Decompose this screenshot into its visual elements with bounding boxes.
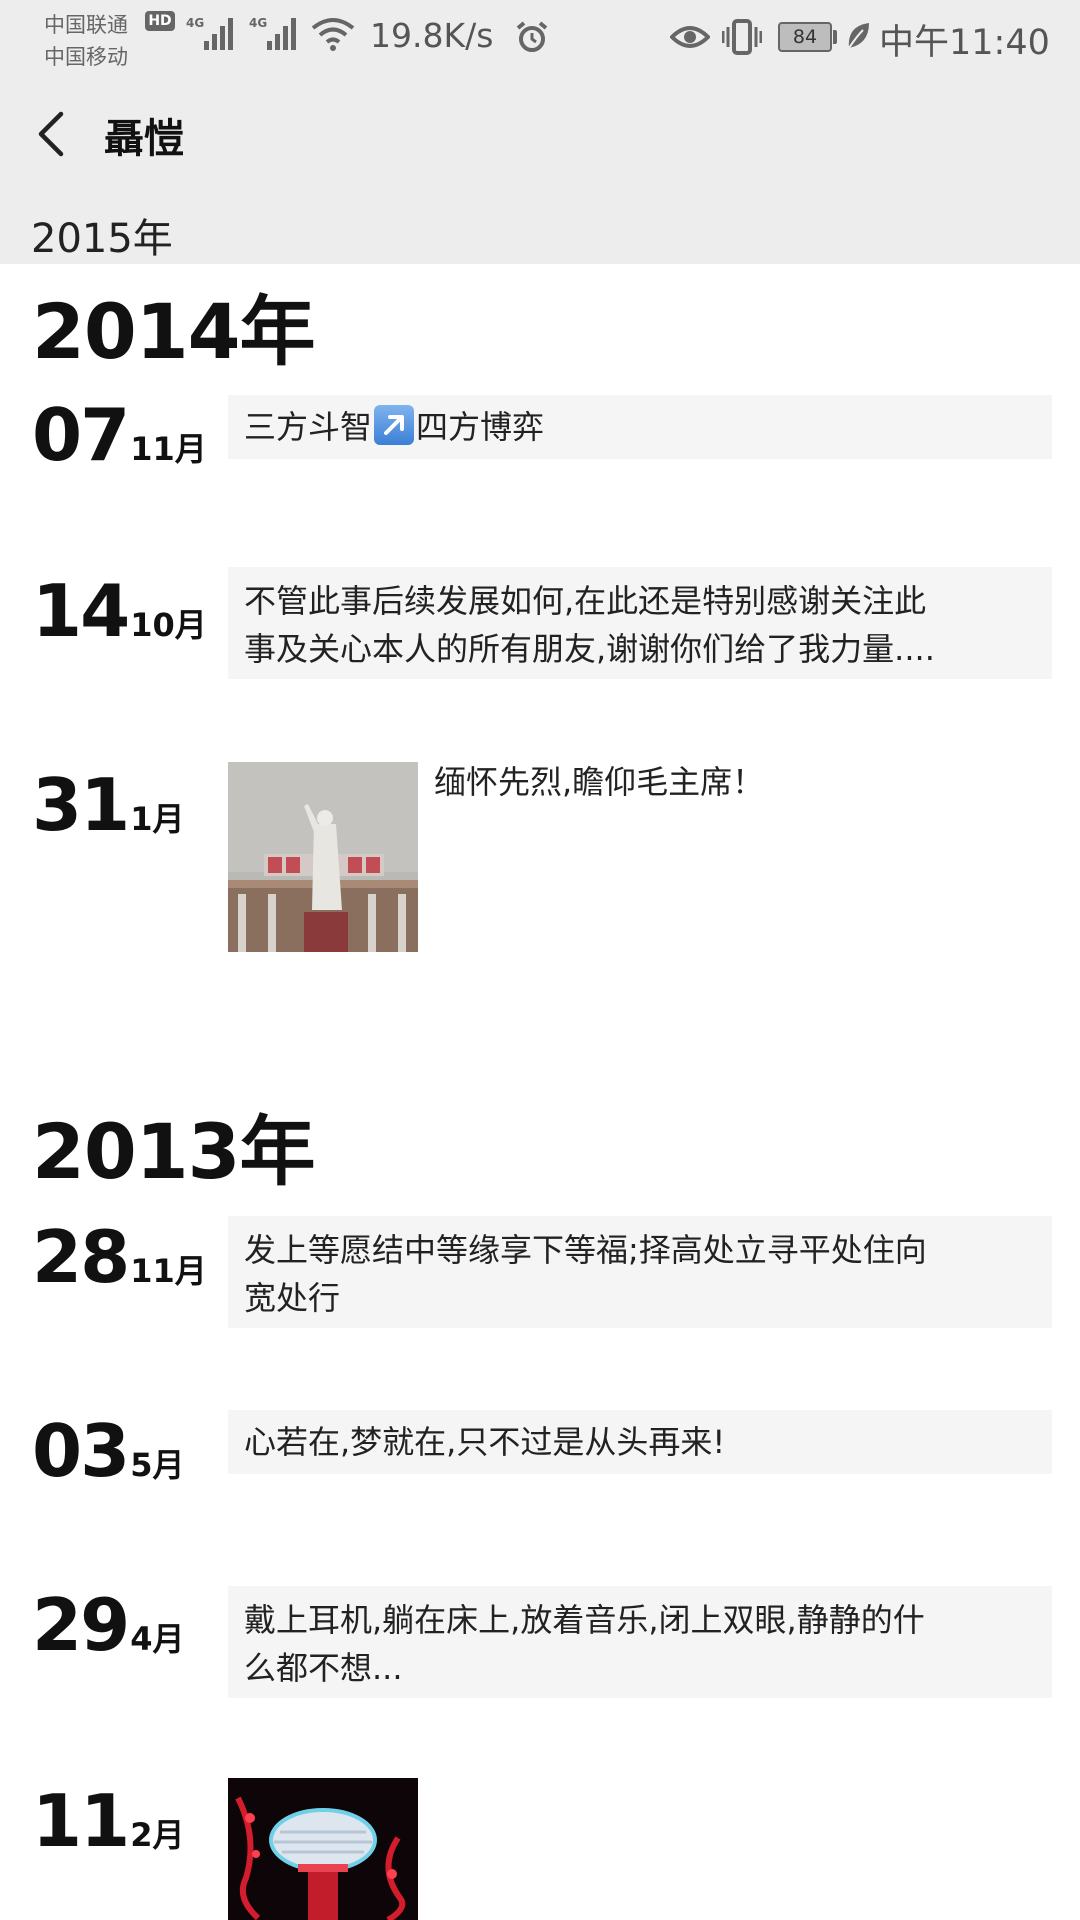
vibrate-icon <box>722 19 762 55</box>
back-button[interactable] <box>24 98 96 170</box>
moments-album-screen: 中国联通 中国移动 HD 4G 4G 19.8K/s 84 中午11:40 聶愷… <box>0 0 1080 1920</box>
post-photo-statue[interactable] <box>228 762 418 952</box>
carrier-1-label: 中国联通 <box>44 13 128 37</box>
post-photo-lantern[interactable] <box>228 1778 418 1920</box>
post-day: 07 <box>32 393 130 477</box>
page-title: 聶愷 <box>104 116 184 162</box>
chevron-left-icon <box>38 111 64 157</box>
post-day: 11 <box>32 1779 130 1863</box>
arrow-up-right-icon <box>374 405 415 445</box>
post-month: 11月 <box>130 1252 207 1290</box>
post-text-line: 不管此事后续发展如何,在此还是特别感谢关注此 <box>244 582 927 620</box>
post-date: 311月 <box>32 763 184 847</box>
post-text-line: 事及关心本人的所有朋友,谢谢你们给了我力量.... <box>244 630 935 668</box>
post-text: 四方博弈 <box>416 408 545 446</box>
post-text-line: 戴上耳机,躺在床上,放着音乐,闭上双眼,静静的什 <box>244 1601 925 1639</box>
post-date: 0711月 <box>32 393 207 477</box>
eye-comfort-icon <box>670 26 710 48</box>
post-month: 5月 <box>130 1446 185 1484</box>
post-day: 03 <box>32 1409 130 1493</box>
post-month: 11月 <box>130 430 207 468</box>
post-month: 10月 <box>130 606 207 644</box>
power-saving-leaf-icon <box>848 23 869 49</box>
hd-badge: HD <box>145 11 175 31</box>
post-card[interactable]: 不管此事后续发展如何,在此还是特别感谢关注此 事及关心本人的所有朋友,谢谢你们给… <box>228 567 1052 679</box>
post-date: 112月 <box>32 1779 184 1863</box>
post-card[interactable]: 戴上耳机,躺在床上,放着音乐,闭上双眼,静静的什 么都不想... <box>228 1586 1052 1698</box>
post-day: 31 <box>32 763 130 847</box>
post-date: 035月 <box>32 1409 184 1493</box>
post-date: 2811月 <box>32 1215 207 1299</box>
post-month: 2月 <box>130 1816 185 1854</box>
battery-icon: 84 <box>778 22 832 52</box>
battery-level: 84 <box>792 26 818 48</box>
sticky-year-label: 2015年 <box>31 216 173 262</box>
post-photo-caption: 缅怀先烈,瞻仰毛主席！ <box>434 763 765 801</box>
post-text-line: 发上等愿结中等缘享下等福;择高处立寻平处住向 <box>244 1231 927 1269</box>
post-day: 14 <box>32 569 130 653</box>
post-day: 29 <box>32 1583 130 1667</box>
post-date: 1410月 <box>32 569 207 653</box>
year-heading-2013: 2013年 <box>32 1107 316 1196</box>
network-speed: 19.8K/s <box>370 16 494 55</box>
post-text-line: 宽处行 <box>244 1279 341 1317</box>
post-day: 28 <box>32 1215 130 1299</box>
post-text-line: 么都不想... <box>244 1649 403 1687</box>
year-heading-2014: 2014年 <box>32 287 316 376</box>
post-text: 心若在,梦就在,只不过是从头再来! <box>244 1423 726 1461</box>
carrier-2-label: 中国移动 <box>44 45 128 69</box>
wifi-icon <box>311 18 355 51</box>
post-month: 1月 <box>130 800 185 838</box>
post-month: 4月 <box>130 1620 185 1658</box>
battery-tip <box>833 30 837 44</box>
status-clock: 中午11:40 <box>879 23 1050 63</box>
post-date: 294月 <box>32 1583 184 1667</box>
status-bar: 中国联通 中国移动 HD 4G 4G 19.8K/s 84 中午11:40 <box>0 0 1080 76</box>
post-card[interactable]: 心若在,梦就在,只不过是从头再来! <box>228 1410 1052 1474</box>
sticky-year-header: 2015年 <box>0 188 1080 264</box>
post-text: 三方斗智 <box>244 408 373 446</box>
alarm-clock-icon <box>516 21 548 52</box>
post-card[interactable]: 发上等愿结中等缘享下等福;择高处立寻平处住向 宽处行 <box>228 1216 1052 1328</box>
post-card[interactable]: 三方斗智 四方博弈 <box>228 395 1052 459</box>
title-bar: 聶愷 <box>0 76 1080 188</box>
